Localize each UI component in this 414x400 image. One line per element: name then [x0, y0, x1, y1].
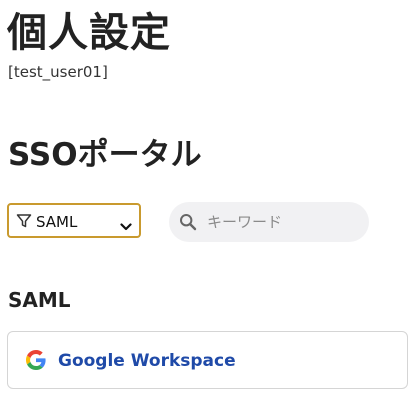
- google-icon: [26, 350, 46, 370]
- sso-portal-title: SSOポータル: [8, 137, 202, 173]
- protocol-filter-select[interactable]: SAML: [7, 203, 141, 238]
- user-id-label: [test_user01]: [8, 63, 108, 81]
- app-card-google-workspace[interactable]: Google Workspace: [7, 331, 408, 389]
- page-title: 個人設定: [7, 10, 171, 56]
- saml-group-title: SAML: [8, 288, 71, 312]
- search-input[interactable]: [207, 210, 357, 234]
- search-icon: [179, 213, 197, 231]
- search-box[interactable]: [169, 202, 369, 242]
- personal-settings-page: 個人設定 [test_user01] SSOポータル SAML SAML: [0, 0, 414, 400]
- filter-icon: [16, 213, 32, 229]
- chevron-down-icon: [120, 217, 132, 231]
- app-name-link[interactable]: Google Workspace: [58, 349, 236, 373]
- filter-selected-value: SAML: [36, 213, 78, 231]
